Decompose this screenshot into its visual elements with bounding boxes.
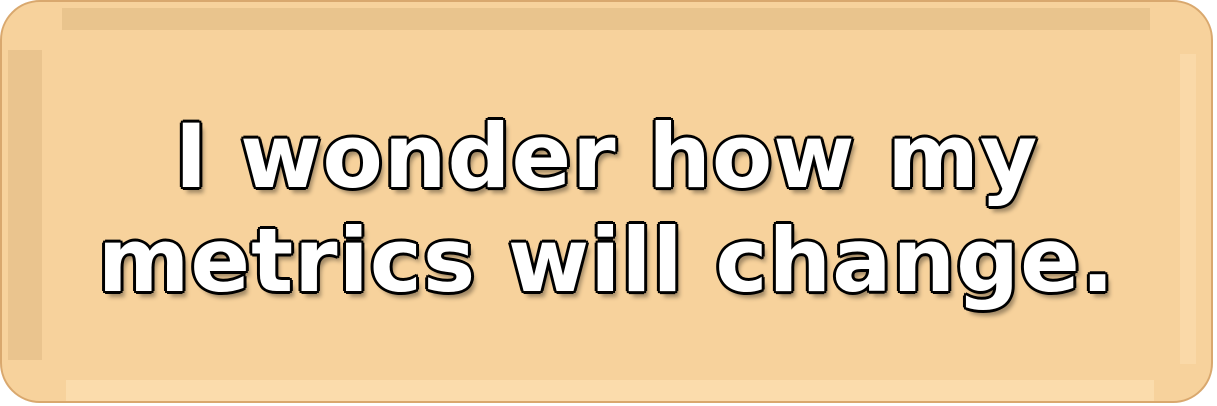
caption-line-2: metrics will change. <box>96 207 1116 313</box>
caption-text: I wonder how my metrics will change. <box>2 2 1211 401</box>
caption-line-1: I wonder how my <box>173 103 1039 209</box>
speech-panel: I wonder how my metrics will change. <box>0 0 1213 403</box>
